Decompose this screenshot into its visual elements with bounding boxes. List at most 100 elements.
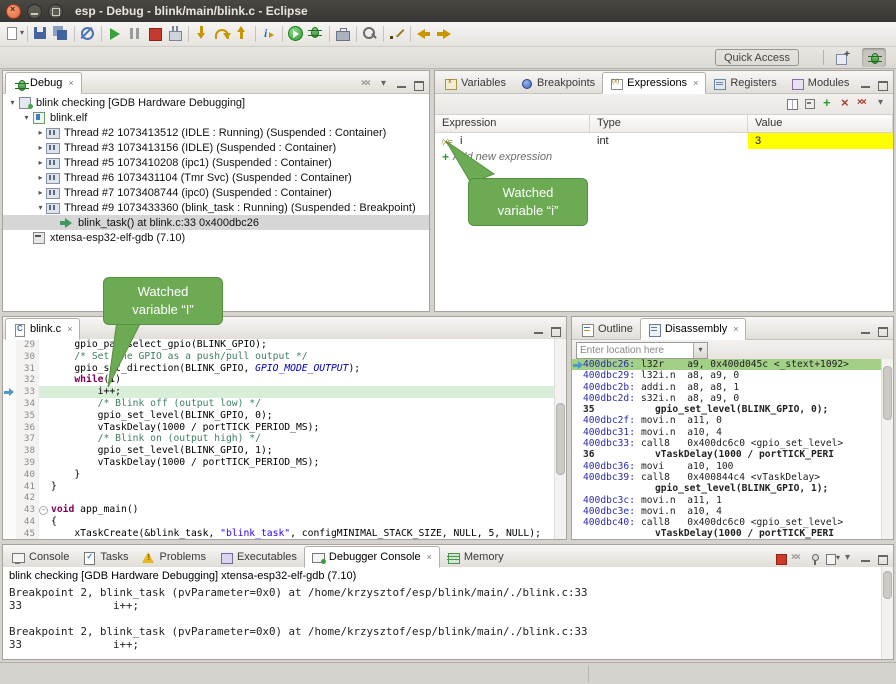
- close-tab-icon[interactable]: ×: [693, 78, 698, 88]
- code-editor[interactable]: 29 gpio_pad_select_gpio(BLINK_GPIO);30 /…: [3, 339, 566, 539]
- tab-modules[interactable]: Modules: [784, 73, 857, 93]
- remove-all-terminated-icon[interactable]: [360, 77, 376, 93]
- collapse-all-icon[interactable]: [802, 96, 818, 112]
- add-expression-icon[interactable]: [820, 96, 836, 112]
- close-tab-icon[interactable]: ×: [427, 552, 432, 562]
- disassembly-line[interactable]: 400dbc2f:movi.n a11, 0: [572, 415, 893, 426]
- disassembly-source-line[interactable]: vTaskDelay(1000 / portTICK_PERI: [572, 528, 893, 539]
- skip-breakpoints-icon[interactable]: [78, 24, 98, 44]
- disassembly-line[interactable]: 400dbc3e:movi.n a10, 4: [572, 506, 893, 517]
- code-line[interactable]: 41}: [3, 481, 566, 493]
- code-line[interactable]: 40 }: [3, 469, 566, 481]
- open-perspective-button[interactable]: [830, 48, 854, 67]
- tab-memory[interactable]: Memory: [440, 547, 511, 567]
- tree-expanded-icon[interactable]: ▾: [7, 98, 18, 107]
- maximize-icon[interactable]: [875, 551, 891, 567]
- resume-icon[interactable]: [105, 24, 125, 44]
- maximize-window-button[interactable]: [48, 4, 63, 19]
- code-line[interactable]: 43void app_main(): [3, 504, 566, 516]
- tab-disassembly[interactable]: Disassembly×: [640, 318, 747, 340]
- tree-expanded-icon[interactable]: ▾: [21, 113, 32, 122]
- scrollbar-thumb[interactable]: [883, 366, 892, 420]
- external-tools-icon[interactable]: [333, 24, 353, 44]
- column-header-expression[interactable]: Expression: [435, 115, 590, 132]
- code-line[interactable]: 37 /* Blink on (output high) */: [3, 433, 566, 445]
- tab-console[interactable]: Console: [5, 547, 76, 567]
- terminate-console-icon[interactable]: [773, 551, 789, 567]
- scrollbar-thumb[interactable]: [556, 403, 565, 475]
- disassembly-line[interactable]: 400dbc2b:addi.n a8, a8, 1: [572, 382, 893, 393]
- view-menu-icon[interactable]: [841, 551, 857, 567]
- disconnect-icon[interactable]: [165, 24, 185, 44]
- combo-dropdown-icon[interactable]: ▾: [693, 343, 707, 358]
- view-menu-icon[interactable]: [377, 77, 393, 93]
- maximize-icon[interactable]: [875, 77, 891, 93]
- step-into-icon[interactable]: [192, 24, 212, 44]
- code-line[interactable]: 30 /* Set the GPIO as a push/pull output…: [3, 351, 566, 363]
- save-icon[interactable]: [31, 24, 51, 44]
- code-line[interactable]: 44{: [3, 516, 566, 528]
- pin-console-icon[interactable]: [807, 551, 823, 567]
- code-line[interactable]: 35 gpio_set_level(BLINK_GPIO, 0);: [3, 410, 566, 422]
- new-wizard-icon[interactable]: [4, 24, 24, 44]
- column-header-value[interactable]: Value: [748, 115, 893, 132]
- minimize-icon[interactable]: [394, 77, 410, 93]
- titlebar[interactable]: × esp - Debug - blink/main/blink.c - Ecl…: [0, 0, 896, 22]
- code-line[interactable]: 38 gpio_set_level(BLINK_GPIO, 1);: [3, 445, 566, 457]
- debug-tree-item[interactable]: ▸Thread #2 1073413512 (IDLE : Running) (…: [3, 125, 429, 140]
- minimize-icon[interactable]: [858, 551, 874, 567]
- code-line[interactable]: 39 vTaskDelay(1000 / portTICK_PERIOD_MS)…: [3, 457, 566, 469]
- minimize-icon[interactable]: [858, 323, 874, 339]
- disassembly-listing[interactable]: 400dbc26:l32r a9, 0x400d045c <_stext+109…: [572, 359, 893, 539]
- tab-problems[interactable]: Problems: [135, 547, 212, 567]
- disassembly-line[interactable]: 400dbc31:movi.n a10, 4: [572, 427, 893, 438]
- save-all-icon[interactable]: [51, 24, 71, 44]
- close-tab-icon[interactable]: ×: [733, 324, 738, 334]
- code-line[interactable]: 31 gpio_set_direction(BLINK_GPIO, GPIO_M…: [3, 363, 566, 375]
- disassembly-source-line[interactable]: 35gpio_set_level(BLINK_GPIO, 0);: [572, 404, 893, 415]
- console-vertical-scrollbar[interactable]: [881, 567, 893, 659]
- debug-tree-item[interactable]: xtensa-esp32-elf-gdb (7.10): [3, 230, 429, 245]
- tree-collapsed-icon[interactable]: ▸: [35, 128, 46, 137]
- tree-expanded-icon[interactable]: ▾: [35, 203, 46, 212]
- debug-perspective-button[interactable]: [862, 48, 886, 67]
- tree-collapsed-icon[interactable]: ▸: [35, 173, 46, 182]
- debug-tree-item[interactable]: ▾blink checking [GDB Hardware Debugging]: [3, 95, 429, 110]
- debug-tree-item[interactable]: ▸Thread #3 1073413156 (IDLE) (Suspended …: [3, 140, 429, 155]
- run-icon[interactable]: [286, 24, 306, 44]
- tree-collapsed-icon[interactable]: ▸: [35, 188, 46, 197]
- close-tab-icon[interactable]: ×: [67, 324, 72, 334]
- tree-collapsed-icon[interactable]: ▸: [35, 143, 46, 152]
- expression-row[interactable]: iint3: [435, 133, 893, 149]
- disassembly-line[interactable]: 400dbc2d:s32i.n a8, a9, 0: [572, 393, 893, 404]
- debug-tree-item[interactable]: ▸Thread #7 1073408744 (ipc0) (Suspended …: [3, 185, 429, 200]
- tab-debugger-console[interactable]: Debugger Console×: [304, 546, 440, 568]
- tree-collapsed-icon[interactable]: ▸: [35, 158, 46, 167]
- code-line[interactable]: 33 i++;: [3, 386, 566, 398]
- disassembly-source-line[interactable]: 36vTaskDelay(1000 / portTICK_PERI: [572, 449, 893, 460]
- terminate-icon[interactable]: [145, 24, 165, 44]
- disassembly-line[interactable]: 400dbc3c:movi.n a11, 1: [572, 495, 893, 506]
- debug-tree-item[interactable]: ▾blink.elf: [3, 110, 429, 125]
- disassembly-line[interactable]: 400dbc29:l32i.n a8, a9, 0: [572, 370, 893, 381]
- close-button[interactable]: ×: [6, 4, 21, 19]
- step-return-icon[interactable]: [232, 24, 252, 44]
- back-icon[interactable]: [414, 24, 434, 44]
- tab-debug[interactable]: Debug×: [5, 72, 82, 94]
- tab-blink-c[interactable]: blink.c×: [5, 318, 80, 340]
- disassembly-line[interactable]: 400dbc33:call8 0x400dc6c0 <gpio_set_leve…: [572, 438, 893, 449]
- forward-icon[interactable]: [434, 24, 454, 44]
- editor-vertical-scrollbar[interactable]: [554, 339, 566, 539]
- remove-all-consoles-icon[interactable]: [790, 551, 806, 567]
- maximize-icon[interactable]: [875, 323, 891, 339]
- debug-icon[interactable]: [306, 24, 326, 44]
- search-icon[interactable]: [360, 24, 380, 44]
- tab-outline[interactable]: Outline: [574, 319, 640, 339]
- tab-tasks[interactable]: Tasks: [76, 547, 135, 567]
- minimize-window-button[interactable]: [27, 4, 42, 19]
- code-line[interactable]: 42: [3, 492, 566, 504]
- tab-executables[interactable]: Executables: [213, 547, 304, 567]
- tab-breakpoints[interactable]: Breakpoints: [513, 73, 602, 93]
- debug-tree-item[interactable]: ▸Thread #5 1073410208 (ipc1) (Suspended …: [3, 155, 429, 170]
- maximize-icon[interactable]: [411, 77, 427, 93]
